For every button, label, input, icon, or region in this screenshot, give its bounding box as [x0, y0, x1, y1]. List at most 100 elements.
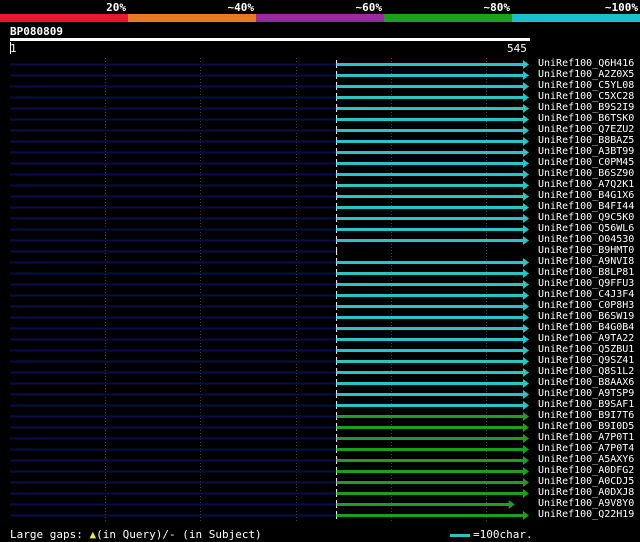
hit-row[interactable]	[10, 302, 529, 311]
hit-label[interactable]: UniRef100_B9I7T6	[538, 410, 634, 421]
hit-row[interactable]	[10, 247, 338, 255]
hit-row[interactable]	[10, 258, 529, 267]
hit-label[interactable]: UniRef100_Q9SZ41	[538, 355, 634, 366]
hit-row[interactable]	[10, 170, 529, 179]
hit-end-arrow-icon	[523, 357, 529, 366]
hit-label[interactable]: UniRef100_A9V8Y0	[538, 498, 634, 509]
hit-row[interactable]	[10, 313, 529, 322]
hit-row[interactable]	[10, 60, 529, 69]
hit-label[interactable]: UniRef100_Q6H416	[538, 58, 634, 69]
hit-row[interactable]	[10, 456, 529, 465]
hit-row[interactable]	[10, 335, 529, 344]
hit-label[interactable]: UniRef100_A9TSP9	[538, 388, 634, 399]
hit-label[interactable]: UniRef100_A3BT99	[538, 146, 634, 157]
hit-row[interactable]	[10, 203, 529, 212]
hit-end-arrow-icon	[523, 489, 529, 498]
hit-label[interactable]: UniRef100_Q9FFU3	[538, 278, 634, 289]
hit-label[interactable]: UniRef100_B4FI44	[538, 201, 634, 212]
hit-row[interactable]	[10, 269, 529, 278]
hit-label[interactable]: UniRef100_A5AXY6	[538, 454, 634, 465]
hit-label[interactable]: UniRef100_A2Z0X5	[538, 69, 634, 80]
hit-row[interactable]	[10, 115, 529, 124]
hit-end-arrow-icon	[523, 137, 529, 146]
hit-row[interactable]	[10, 379, 529, 388]
hit-label[interactable]: UniRef100_C5XC28	[538, 91, 634, 102]
hit-label[interactable]: UniRef100_Q8S1L2	[538, 366, 634, 377]
hit-row[interactable]	[10, 346, 529, 355]
hit-row[interactable]	[10, 148, 529, 157]
hit-label[interactable]: UniRef100_Q5ZBU1	[538, 344, 634, 355]
hit-row[interactable]	[10, 401, 529, 410]
hit-label[interactable]: UniRef100_A0DXJ8	[538, 487, 634, 498]
hit-row[interactable]	[10, 280, 529, 289]
hit-label[interactable]: UniRef100_C5YL08	[538, 80, 634, 91]
hit-label[interactable]: UniRef100_B9SAF1	[538, 399, 634, 410]
hit-row[interactable]	[10, 324, 529, 333]
hit-label[interactable]: UniRef100_A7P0T1	[538, 432, 634, 443]
hit-label[interactable]: UniRef100_A7P0T4	[538, 443, 634, 454]
hit-row[interactable]	[10, 126, 529, 135]
hit-row[interactable]	[10, 390, 529, 399]
hit-label[interactable]: UniRef100_A0CDJ5	[538, 476, 634, 487]
gaps-label: Large gaps:	[10, 528, 83, 541]
hit-end-arrow-icon	[523, 401, 529, 410]
hit-row[interactable]	[10, 291, 529, 300]
hit-end-arrow-icon	[523, 423, 529, 432]
hit-label[interactable]: UniRef100_Q56WL6	[538, 223, 634, 234]
hit-label[interactable]: UniRef100_B6SW19	[538, 311, 634, 322]
hit-label[interactable]: UniRef100_A9NVI8	[538, 256, 634, 267]
hit-label[interactable]: UniRef100_Q9C5K0	[538, 212, 634, 223]
hit-row[interactable]	[10, 500, 515, 509]
hit-row[interactable]	[10, 93, 529, 102]
hit-label[interactable]: UniRef100_B4G0B4	[538, 322, 634, 333]
hit-end-arrow-icon	[523, 258, 529, 267]
hit-label[interactable]: UniRef100_B9HMT0	[538, 245, 634, 256]
hit-row[interactable]	[10, 489, 529, 498]
hit-label[interactable]: UniRef100_B8LP81	[538, 267, 634, 278]
hit-end-arrow-icon	[508, 500, 515, 509]
hit-label[interactable]: UniRef100_C4J3F4	[538, 289, 634, 300]
hit-label[interactable]: UniRef100_B9S2I9	[538, 102, 634, 113]
hit-row[interactable]	[10, 423, 529, 432]
hit-end-arrow-icon	[523, 269, 529, 278]
hit-row[interactable]	[10, 511, 529, 520]
hit-label[interactable]: UniRef100_Q22H19	[538, 509, 634, 520]
hit-end-arrow-icon	[523, 324, 529, 333]
hit-end-arrow-icon	[523, 456, 529, 465]
hit-row[interactable]	[10, 159, 529, 168]
hit-row[interactable]	[10, 236, 529, 245]
hit-end-arrow-icon	[523, 203, 529, 212]
hit-row[interactable]	[10, 225, 529, 234]
hit-label[interactable]: UniRef100_A7Q2K1	[538, 179, 634, 190]
hit-row[interactable]	[10, 478, 529, 487]
hit-label[interactable]: UniRef100_C0PM45	[538, 157, 634, 168]
hit-label[interactable]: UniRef100_B9I0D5	[538, 421, 634, 432]
hit-row[interactable]	[10, 181, 529, 190]
hit-row[interactable]	[10, 82, 529, 91]
hit-label[interactable]: UniRef100_Q7EZU2	[538, 124, 634, 135]
hit-row[interactable]	[10, 445, 529, 454]
hit-row[interactable]	[10, 104, 529, 113]
hit-row[interactable]	[10, 357, 529, 366]
hit-label[interactable]: UniRef100_B6TSK0	[538, 113, 634, 124]
hit-label[interactable]: UniRef100_B8AAX6	[538, 377, 634, 388]
hit-row[interactable]	[10, 434, 529, 443]
hit-end-arrow-icon	[523, 368, 529, 377]
hit-end-arrow-icon	[523, 214, 529, 223]
hit-label[interactable]: UniRef100_B8BAZ5	[538, 135, 634, 146]
hit-label[interactable]: UniRef100_A0DFG2	[538, 465, 634, 476]
hit-label[interactable]: UniRef100_A9TA22	[538, 333, 634, 344]
hit-row[interactable]	[10, 368, 529, 377]
hit-end-arrow-icon	[523, 434, 529, 443]
hit-row[interactable]	[10, 192, 529, 201]
hit-row[interactable]	[10, 214, 529, 223]
hit-row[interactable]	[10, 71, 529, 80]
hit-row[interactable]	[10, 467, 529, 476]
hit-label[interactable]: UniRef100_O04530	[538, 234, 634, 245]
hit-end-arrow-icon	[523, 445, 529, 454]
hit-row[interactable]	[10, 412, 529, 421]
hit-label[interactable]: UniRef100_B4G1X6	[538, 190, 634, 201]
hit-label[interactable]: UniRef100_C0P8H3	[538, 300, 634, 311]
hit-label[interactable]: UniRef100_B6SZ90	[538, 168, 634, 179]
hit-row[interactable]	[10, 137, 529, 146]
